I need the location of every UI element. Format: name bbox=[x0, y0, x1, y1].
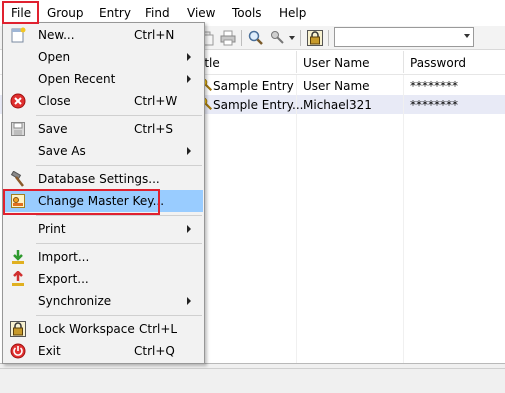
quick-search-input[interactable] bbox=[334, 27, 474, 47]
menu-item-shortcut: Ctrl+N bbox=[134, 28, 175, 42]
menu-tools[interactable]: Tools bbox=[232, 5, 262, 21]
menu-item-label: Lock Workspace bbox=[38, 322, 135, 336]
menu-separator bbox=[36, 165, 202, 166]
menu-item-label: Open bbox=[38, 50, 71, 64]
menu-item-label: Exit bbox=[38, 344, 61, 358]
column-gridline bbox=[296, 75, 297, 365]
menu-entry[interactable]: Entry bbox=[99, 5, 131, 21]
menu-separator bbox=[36, 115, 202, 116]
entry-title: Sample Entry... bbox=[213, 98, 304, 112]
menu-item-import[interactable]: Import... bbox=[4, 246, 203, 268]
menu-item-label: Export... bbox=[38, 272, 89, 286]
entry-password: ******** bbox=[410, 98, 458, 112]
submenu-arrow-icon bbox=[187, 53, 191, 61]
column-header-username[interactable]: User Name bbox=[303, 56, 370, 70]
menu-item-lock-workspace[interactable]: Lock Workspace Ctrl+L bbox=[4, 318, 203, 340]
menu-item-print[interactable]: Print bbox=[4, 218, 203, 240]
menu-item-open-recent[interactable]: Open Recent bbox=[4, 68, 203, 90]
lock-icon[interactable] bbox=[307, 30, 323, 46]
menu-item-label: New... bbox=[38, 28, 75, 42]
find-icon[interactable] bbox=[248, 30, 264, 46]
entry-title: Sample Entry bbox=[213, 79, 294, 93]
menu-item-shortcut: Ctrl+L bbox=[139, 322, 178, 336]
menu-item-open[interactable]: Open bbox=[4, 46, 203, 68]
new-database-icon bbox=[11, 27, 26, 43]
menu-item-shortcut: Ctrl+S bbox=[134, 122, 174, 136]
menu-item-shortcut: Ctrl+Q bbox=[134, 344, 175, 358]
menu-item-exit[interactable]: Exit Ctrl+Q bbox=[4, 340, 203, 362]
menu-separator bbox=[36, 315, 202, 316]
menu-item-label: Open Recent bbox=[38, 72, 116, 86]
submenu-arrow-icon bbox=[187, 225, 191, 233]
menu-item-label: Print bbox=[38, 222, 66, 236]
menu-item-label: Database Settings... bbox=[38, 172, 160, 186]
chevron-down-icon[interactable] bbox=[464, 34, 470, 38]
submenu-arrow-icon bbox=[187, 297, 191, 305]
master-key-icon bbox=[11, 194, 25, 208]
menu-help[interactable]: Help bbox=[279, 5, 306, 21]
menu-item-label: Save bbox=[38, 122, 68, 136]
hammer-icon bbox=[10, 171, 24, 187]
submenu-arrow-icon bbox=[187, 147, 191, 155]
menu-item-shortcut: Ctrl+W bbox=[134, 94, 178, 108]
toolbar-separator bbox=[241, 30, 242, 46]
exit-power-icon bbox=[10, 343, 26, 359]
menu-view[interactable]: View bbox=[187, 5, 215, 21]
menu-item-label: Synchronize bbox=[38, 294, 112, 308]
lock-icon bbox=[10, 321, 26, 337]
entry-password: ******** bbox=[410, 79, 458, 93]
close-red-icon bbox=[10, 93, 26, 109]
menu-item-label: Change Master Key... bbox=[38, 194, 165, 208]
key-tool-dropdown-icon[interactable] bbox=[289, 36, 295, 40]
menu-item-close[interactable]: Close Ctrl+W bbox=[4, 90, 203, 112]
menu-separator bbox=[36, 243, 202, 244]
menu-item-label: Save As bbox=[38, 144, 86, 158]
menu-item-save-as[interactable]: Save As bbox=[4, 140, 203, 162]
menu-item-change-master-key[interactable]: Change Master Key... bbox=[4, 190, 203, 212]
menu-group[interactable]: Group bbox=[47, 5, 84, 21]
column-gridline bbox=[403, 75, 404, 365]
toolbar-separator bbox=[300, 30, 301, 46]
toolbar-separator bbox=[328, 30, 329, 46]
menu-separator bbox=[36, 215, 202, 216]
splitter[interactable] bbox=[0, 368, 505, 369]
import-arrow-icon bbox=[12, 250, 24, 264]
menu-item-export[interactable]: Export... bbox=[4, 268, 203, 290]
menu-item-database-settings[interactable]: Database Settings... bbox=[4, 168, 203, 190]
submenu-arrow-icon bbox=[187, 75, 191, 83]
column-divider[interactable] bbox=[296, 51, 297, 73]
export-arrow-icon bbox=[12, 271, 24, 286]
column-header-password[interactable]: Password bbox=[410, 56, 466, 70]
entry-username: Michael321 bbox=[303, 98, 372, 112]
column-divider[interactable] bbox=[403, 51, 404, 73]
menu-item-label: Import... bbox=[38, 250, 90, 264]
menu-find[interactable]: Find bbox=[145, 5, 170, 21]
entry-username: User Name bbox=[303, 79, 370, 93]
menu-file[interactable]: File bbox=[11, 5, 31, 21]
menu-item-label: Close bbox=[38, 94, 71, 108]
key-tool-icon[interactable] bbox=[270, 30, 286, 46]
menu-item-new[interactable]: New... Ctrl+N bbox=[4, 24, 203, 46]
print-icon[interactable] bbox=[220, 30, 236, 46]
save-disk-icon bbox=[11, 122, 25, 136]
menu-item-synchronize[interactable]: Synchronize bbox=[4, 290, 203, 312]
file-menu: New... Ctrl+N Open Open Recent Close Ctr… bbox=[2, 22, 205, 364]
menu-item-save[interactable]: Save Ctrl+S bbox=[4, 118, 203, 140]
